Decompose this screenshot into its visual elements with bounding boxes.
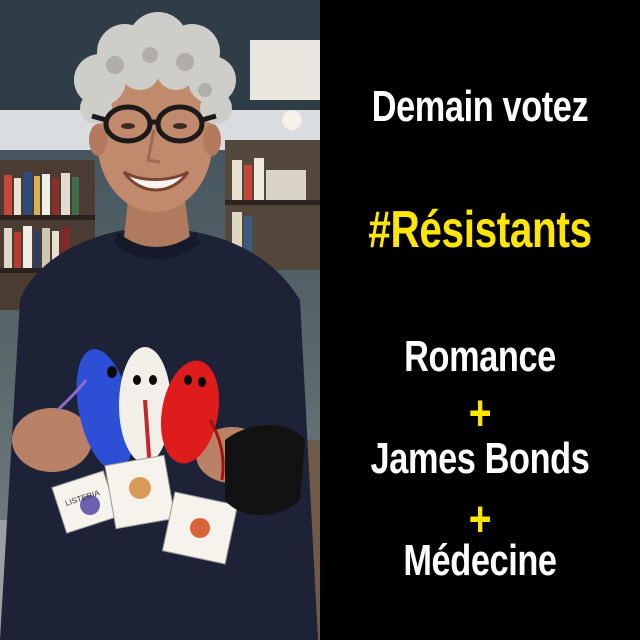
eye-right <box>173 123 187 129</box>
slogan-line-vote: Demain votez <box>371 82 589 131</box>
slogan-panel: Demain votez #Résistants Romance + James… <box>320 0 640 640</box>
eye-left <box>121 123 135 129</box>
spot-lamp <box>282 110 302 130</box>
slogan-line-medecine: Médecine <box>403 536 557 585</box>
hand-left <box>12 408 92 472</box>
plush-tag-middle <box>104 454 176 530</box>
ear-right <box>203 124 221 156</box>
plush-black <box>225 425 305 515</box>
photo-panel: LISTERIA <box>0 0 320 640</box>
slogan-hashtag: #Résistants <box>368 201 592 259</box>
photo-illustration: LISTERIA <box>0 0 320 640</box>
slogan-line-james-bonds: James Bonds <box>370 434 590 483</box>
ceiling-lamp <box>250 40 320 100</box>
social-post: LISTERIA Demain votez #Résistants Romanc… <box>0 0 640 640</box>
slogan-line-romance: Romance <box>404 332 556 381</box>
plush-tag-right <box>161 491 239 565</box>
